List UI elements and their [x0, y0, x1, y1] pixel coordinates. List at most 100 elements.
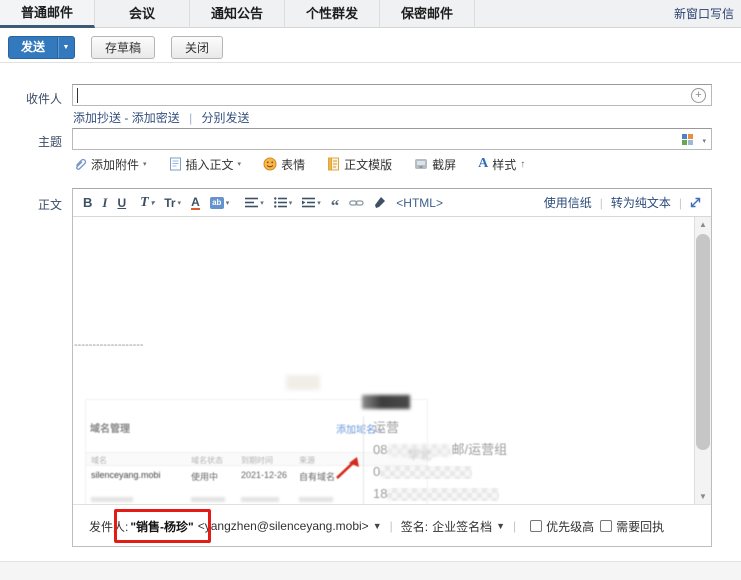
- add-bcc-link[interactable]: 添加密送: [132, 111, 180, 125]
- subject-label: 主题: [38, 133, 62, 150]
- highlight-icon: ab: [210, 197, 224, 209]
- blurred-artifact: [286, 375, 320, 390]
- underline-button[interactable]: U: [117, 196, 126, 210]
- toolbar-pipe: |: [679, 196, 682, 210]
- align-caret-icon: ▾: [260, 199, 264, 207]
- blockquote-button[interactable]: “: [331, 201, 340, 211]
- domain-col-header: 域名: [91, 455, 107, 466]
- insert-body-button[interactable]: 插入正文 ▾: [169, 156, 242, 173]
- compose-mail-window: 普通邮件 会议 通知公告 个性群发 保密邮件 新窗口写信 发送 ▼ 存草稿 关闭…: [0, 0, 741, 580]
- priority-high-option[interactable]: 优先级高: [530, 518, 594, 535]
- font-color-button[interactable]: A: [191, 196, 200, 210]
- domain-panel-title: 域名管理: [90, 420, 130, 435]
- add-attachment-button[interactable]: 添加附件 ▾: [73, 156, 147, 173]
- save-draft-button[interactable]: 存草稿: [91, 36, 155, 59]
- editor-toolbar: B I U T▾ Tr▾ A ab▾ ▾ ▾: [73, 189, 711, 217]
- italic-button[interactable]: I: [102, 195, 107, 211]
- body-template-button[interactable]: 正文模版: [327, 156, 392, 173]
- bold-button[interactable]: B: [83, 195, 92, 210]
- text-cursor: [77, 88, 78, 103]
- subject-input[interactable]: ▾: [72, 128, 712, 150]
- list-button[interactable]: ▾: [274, 197, 293, 208]
- red-highlight-annotation: [114, 509, 211, 543]
- domain-status-cell: 使用中: [191, 470, 218, 483]
- align-button[interactable]: ▾: [245, 197, 264, 208]
- new-window-compose-link[interactable]: 新窗口写信: [674, 5, 734, 22]
- domain-col-header: 到期时间: [241, 455, 273, 466]
- signature-value[interactable]: 企业签名档: [432, 518, 492, 535]
- send-separately-link[interactable]: 分别发送: [202, 111, 250, 125]
- compose-actionbar: 发送 ▼ 存草稿 关闭: [8, 36, 223, 59]
- need-receipt-checkbox[interactable]: [600, 520, 612, 532]
- expand-editor-icon[interactable]: [690, 197, 701, 208]
- scroll-down-icon[interactable]: ▼: [695, 492, 711, 501]
- template-icon: [327, 157, 340, 171]
- indent-button[interactable]: ▾: [302, 197, 321, 208]
- tab-normal-mail[interactable]: 普通邮件: [0, 0, 95, 28]
- redacted-name-block: [362, 395, 410, 409]
- highlight-button[interactable]: ab▾: [210, 197, 230, 209]
- need-receipt-option[interactable]: 需要回执: [600, 518, 664, 535]
- send-split-button[interactable]: 发送 ▼: [8, 36, 75, 59]
- contact-line: 运营: [373, 417, 507, 439]
- emoticon-button[interactable]: 表情: [263, 156, 305, 173]
- smiley-icon: [263, 157, 277, 171]
- scrollbar-thumb[interactable]: [696, 234, 710, 450]
- footer-pipe: |: [390, 519, 393, 533]
- list-icon: [274, 197, 287, 208]
- domain-source-cell: 自有域名: [299, 470, 335, 483]
- editor-content-area[interactable]: ------------------- 域名管理 添加域名 ▾ 域名 域名状态 …: [73, 217, 711, 504]
- tag-dropdown-caret-icon[interactable]: ▾: [702, 137, 706, 145]
- style-a-icon: A: [478, 156, 488, 172]
- style-label: 样式: [492, 156, 516, 173]
- screenshot-label: 截屏: [432, 156, 456, 173]
- format-brush-icon[interactable]: [374, 196, 386, 209]
- recipient-input[interactable]: +: [72, 84, 712, 106]
- highlight-caret-icon: ▾: [226, 199, 230, 207]
- font-family-button[interactable]: T▾: [140, 195, 154, 211]
- red-arrow-annotation: [333, 455, 361, 481]
- mosaic-redaction: [387, 488, 499, 501]
- screenshot-button[interactable]: 截屏: [414, 156, 456, 173]
- hyperlink-icon[interactable]: [349, 198, 364, 208]
- use-stationery-link[interactable]: 使用信纸: [544, 194, 592, 211]
- link-dash: -: [124, 111, 128, 125]
- mosaic-redaction: [380, 466, 472, 479]
- paperclip-icon: [73, 157, 87, 171]
- add-cc-link[interactable]: 添加抄送: [73, 111, 121, 125]
- send-button[interactable]: 发送: [9, 37, 57, 58]
- html-source-button[interactable]: <HTML>: [396, 196, 443, 210]
- mail-tag-color-icon[interactable]: [682, 134, 693, 145]
- add-contact-plus-icon[interactable]: +: [691, 88, 706, 103]
- font-family-glyph: T: [140, 195, 149, 211]
- need-receipt-label: 需要回执: [616, 518, 664, 535]
- from-dropdown-caret-icon[interactable]: ▼: [373, 521, 382, 531]
- page-bottom-strip: [0, 562, 741, 580]
- send-dropdown-caret-icon[interactable]: ▼: [57, 37, 74, 58]
- tab-personalized-mass[interactable]: 个性群发: [285, 0, 380, 28]
- emoticon-label: 表情: [281, 156, 305, 173]
- domain-cell: silenceyang.mobi: [91, 470, 161, 480]
- tab-meeting[interactable]: 会议: [95, 0, 190, 28]
- tab-announcement[interactable]: 通知公告: [190, 0, 285, 28]
- mosaic-redaction: 华北: [387, 444, 451, 457]
- priority-high-checkbox[interactable]: [530, 520, 542, 532]
- contact-line: 08华北邮/运营组: [373, 439, 507, 461]
- tab-confidential[interactable]: 保密邮件: [380, 0, 475, 28]
- priority-high-label: 优先级高: [546, 518, 594, 535]
- to-plain-text-link[interactable]: 转为纯文本: [611, 194, 671, 211]
- close-button[interactable]: 关闭: [171, 36, 223, 59]
- tag-swatch: [688, 140, 693, 145]
- tag-swatch: [682, 134, 687, 139]
- scroll-up-icon[interactable]: ▲: [695, 220, 711, 229]
- mail-type-tabbar: 普通邮件 会议 通知公告 个性群发 保密邮件 新窗口写信: [0, 0, 741, 28]
- signature-dropdown-caret-icon[interactable]: ▼: [496, 521, 505, 531]
- editor-scrollbar[interactable]: ▲ ▼: [694, 217, 711, 504]
- font-size-button[interactable]: Tr▾: [164, 196, 181, 210]
- signature-divider: -------------------: [74, 339, 144, 351]
- style-button[interactable]: A 样式 ↑: [478, 156, 525, 173]
- toolbar-divider: [0, 62, 741, 63]
- domain-expiry-cell: 2021-12-26: [241, 470, 287, 480]
- toolbar-pipe: |: [600, 196, 603, 210]
- font-size-glyph: Tr: [164, 196, 175, 210]
